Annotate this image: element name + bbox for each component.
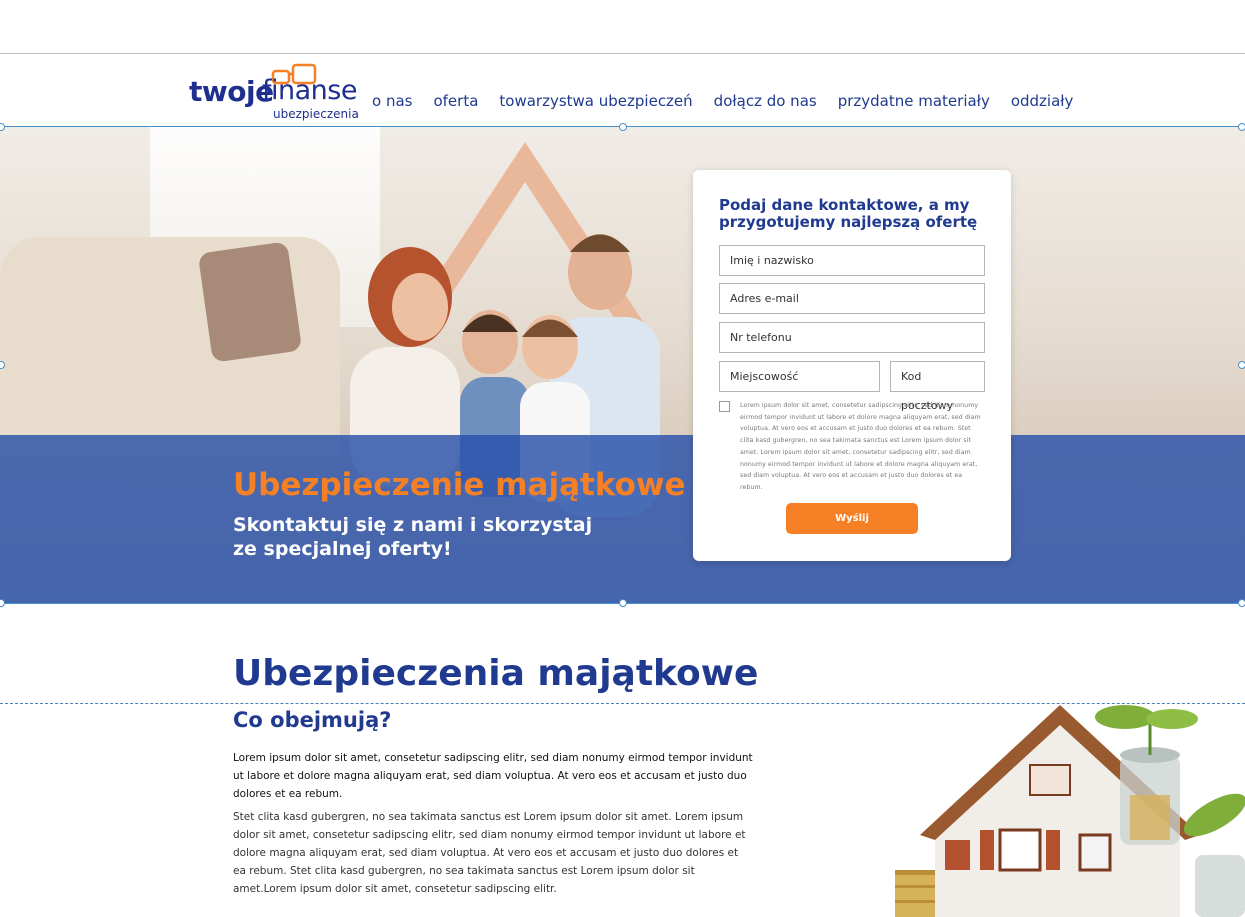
logo-text-accent: finanse — [262, 75, 357, 106]
form-title: Podaj dane kontaktowe, a my przygotujemy… — [719, 196, 978, 231]
nav-item-o-nas[interactable]: o nas — [372, 92, 412, 110]
guide-line — [0, 703, 1245, 704]
hero-title: Ubezpieczenie majątkowe — [233, 467, 686, 503]
name-field[interactable]: Imię i nazwisko — [719, 245, 985, 276]
resize-handle[interactable] — [1238, 599, 1245, 607]
resize-handle[interactable] — [619, 599, 627, 607]
resize-handle[interactable] — [1238, 123, 1245, 131]
content-heading: Ubezpieczenia majątkowe — [233, 653, 759, 694]
content-paragraph-2: Stet clita kasd gubergren, no sea takima… — [233, 811, 746, 895]
phone-field[interactable]: Nr telefonu — [719, 322, 985, 353]
logo-text-main: twoje — [189, 75, 274, 108]
content-paragraph-1: Lorem ipsum dolor sit amet, consetetur s… — [233, 752, 753, 800]
nav-item-towarzystwa[interactable]: towarzystwa ubezpieczeń — [499, 92, 692, 110]
contact-form: Podaj dane kontaktowe, a my przygotujemy… — [693, 170, 1011, 561]
hero-overlay-band — [0, 435, 1245, 603]
logo[interactable]: twoje finanse ubezpieczenia — [189, 61, 359, 121]
main-nav: o nas oferta towarzystwa ubezpieczeń doł… — [372, 92, 1094, 110]
logo-subtitle: ubezpieczenia — [273, 107, 359, 121]
content-subheading: Co obejmują? — [233, 708, 392, 732]
house-coins-illustration — [895, 705, 1245, 917]
postal-code-field[interactable]: Kod pocztowy — [890, 361, 985, 412]
hero-section: Ubezpieczenie majątkowe Skontaktuj się z… — [0, 127, 1245, 603]
consent-checkbox[interactable] — [719, 401, 730, 412]
site-header: twoje finanse ubezpieczenia o nas oferta… — [0, 54, 1245, 126]
resize-handle[interactable] — [619, 123, 627, 131]
consent-text: Lorem ipsum dolor sit amet, consetetur s… — [740, 402, 981, 491]
email-field[interactable]: Adres e-mail — [719, 283, 985, 314]
hero-pillow-background — [197, 241, 303, 363]
city-field[interactable]: Miejscowość — [719, 361, 880, 392]
top-blank-strip — [0, 0, 1245, 54]
resize-handle[interactable] — [1238, 361, 1245, 369]
submit-button[interactable]: Wyślij — [786, 503, 918, 534]
nav-item-oferta[interactable]: oferta — [433, 92, 478, 110]
nav-item-oddzialy[interactable]: oddziały — [1011, 92, 1074, 110]
hero-subtitle-line2: ze specjalnej oferty! — [233, 538, 452, 560]
hero-subtitle-line1: Skontaktuj się z nami i skorzystaj — [233, 514, 593, 536]
hero-subtitle: Skontaktuj się z nami i skorzystaj ze sp… — [233, 513, 592, 561]
nav-item-materialy[interactable]: przydatne materiały — [838, 92, 990, 110]
resize-handle[interactable] — [0, 599, 5, 607]
nav-item-dolacz[interactable]: dołącz do nas — [714, 92, 817, 110]
